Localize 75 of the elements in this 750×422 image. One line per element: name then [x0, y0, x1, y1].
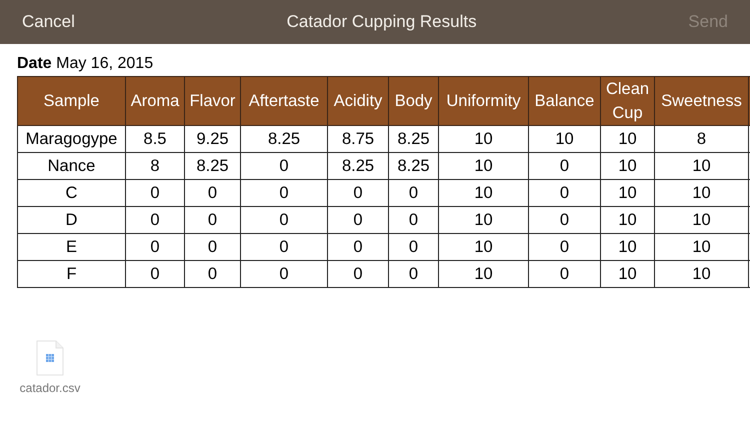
table-cell: 0 — [328, 180, 388, 206]
table-cell: 0 — [528, 206, 600, 234]
table-cell: 0 — [328, 234, 388, 260]
table-cell: 0 — [388, 180, 438, 206]
table-cell: 0 — [240, 206, 328, 234]
date-text: Date May 16, 2015 — [16, 54, 154, 74]
table-cell: 0 — [126, 180, 184, 206]
table-cell: 0 — [184, 234, 240, 260]
table-cell: 10 — [438, 180, 528, 206]
table-cell: 0 — [528, 180, 600, 206]
table-cell: 10 — [600, 206, 654, 234]
column-header: Acidity — [328, 76, 388, 126]
table-cell: 10 — [600, 260, 654, 288]
table-cell: 10 — [654, 234, 748, 260]
table-cell: 0 — [184, 180, 240, 206]
table-cell: 0 — [126, 260, 184, 288]
column-header: Aftertaste — [240, 76, 328, 126]
table-cell: 0 — [528, 152, 600, 180]
table-cell: 10 — [600, 234, 654, 260]
table-cell: 0 — [328, 260, 388, 288]
column-header: Body — [388, 76, 438, 126]
table-cell: 0 — [126, 206, 184, 234]
column-header: Flavor — [184, 76, 240, 126]
table-cell: 0 — [184, 260, 240, 288]
table-cell: 8.25 — [388, 152, 438, 180]
table-cell: 10 — [654, 152, 748, 180]
table-cell: 0 — [388, 260, 438, 288]
table-cell: 9.25 — [184, 126, 240, 152]
column-header: Clean Cup — [600, 76, 654, 126]
file-name: catador.csv — [20, 381, 80, 395]
table-cell: 10 — [654, 260, 748, 288]
table-cell: 0 — [388, 206, 438, 234]
table-cell: 0 — [240, 234, 328, 260]
table-cell: 8.25 — [184, 152, 240, 180]
table-cell: 8 — [126, 152, 184, 180]
table-cell: Nance — [18, 152, 126, 180]
column-header: Uniformity — [438, 76, 528, 126]
table-cell: 0 — [388, 234, 438, 260]
cancel-button[interactable]: Cancel — [22, 12, 75, 32]
table-cell: 10 — [438, 260, 528, 288]
table-cell: 10 — [438, 126, 528, 152]
table-cell: 10 — [600, 152, 654, 180]
table-cell: 10 — [438, 234, 528, 260]
table-cell: 10 — [654, 206, 748, 234]
table-cell: 0 — [184, 206, 240, 234]
column-header: Sample — [18, 76, 126, 126]
table-cell: C — [18, 180, 126, 206]
table-cell: D — [18, 206, 126, 234]
table-cell: 0 — [528, 260, 600, 288]
table-cell: F — [18, 260, 126, 288]
table-cell: 10 — [600, 180, 654, 206]
table-cell: 0 — [126, 234, 184, 260]
table-cell: 10 — [438, 206, 528, 234]
spreadsheet-file-icon[interactable] — [36, 340, 64, 376]
window-title: Catador Cupping Results — [286, 12, 477, 32]
table-cell: Maragogype — [18, 126, 126, 152]
table-cell: 8.25 — [240, 126, 328, 152]
table-cell: 8.25 — [388, 126, 438, 152]
table-cell: E — [18, 234, 126, 260]
table-cell: 8.25 — [328, 152, 388, 180]
column-header: Balance — [528, 76, 600, 126]
column-header: Sweetness — [654, 76, 748, 126]
table-cell: 0 — [240, 260, 328, 288]
table-cell: 0 — [240, 180, 328, 206]
table-cell: 10 — [528, 126, 600, 152]
table-cell: 8.75 — [328, 126, 388, 152]
table-cell: 10 — [438, 152, 528, 180]
table-cell: 0 — [328, 206, 388, 234]
table-cell: 10 — [600, 126, 654, 152]
table-cell: 0 — [528, 234, 600, 260]
table-cell: 8 — [654, 126, 748, 152]
table-cell: 10 — [654, 180, 748, 206]
table-cell: 0 — [240, 152, 328, 180]
column-header: Aroma — [126, 76, 184, 126]
table-cell: 8.5 — [126, 126, 184, 152]
